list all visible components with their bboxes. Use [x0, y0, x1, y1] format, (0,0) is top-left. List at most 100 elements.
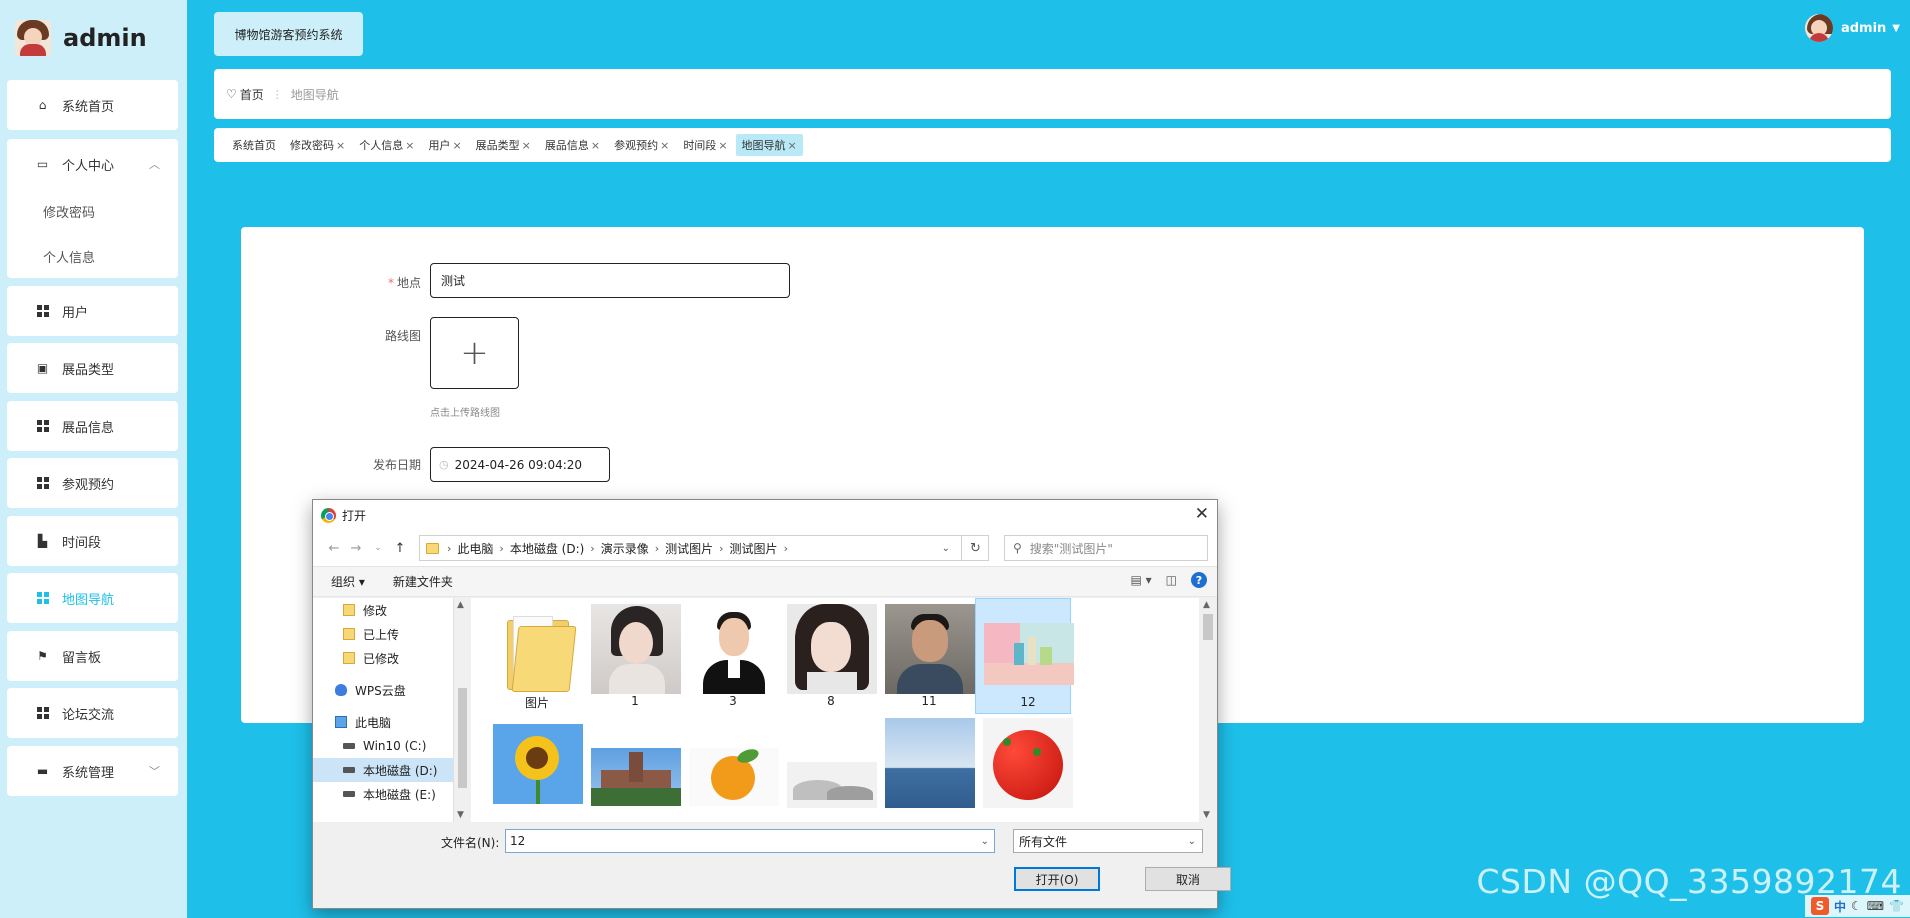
tag-personal-info[interactable]: 个人信息 ×: [353, 134, 420, 156]
sidebar-item-reservations[interactable]: 参观预约: [7, 458, 178, 508]
route-upload-button[interactable]: +: [430, 317, 519, 389]
shirt-icon[interactable]: 👕: [1889, 899, 1904, 913]
address-bar[interactable]: › 此电脑 › 本地磁盘 (D:) › 演示录像 › 测试图片 › 测试图片 ›…: [419, 535, 989, 561]
sidebar-item-message-board[interactable]: ⚑ 留言板: [7, 631, 178, 681]
file-item[interactable]: [877, 718, 975, 822]
file-item[interactable]: [779, 718, 877, 822]
upload-tip: 点击上传路线图: [430, 408, 500, 419]
chrome-icon: [321, 507, 336, 523]
tag-time-slots[interactable]: 时间段 ×: [677, 134, 733, 156]
refresh-icon[interactable]: ↻: [961, 535, 989, 561]
close-icon[interactable]: ×: [405, 139, 414, 152]
recent-dropdown-icon[interactable]: ⌄: [367, 543, 389, 553]
sidebar-item-users[interactable]: 用户: [7, 286, 178, 336]
sidebar-item-profile[interactable]: ▭ 个人中心 ︿: [7, 139, 178, 189]
tag-change-password[interactable]: 修改密码 ×: [284, 134, 351, 156]
close-icon[interactable]: ✕: [1195, 504, 1209, 524]
file-item[interactable]: 11: [877, 598, 975, 714]
file-item[interactable]: [583, 718, 681, 822]
file-name: 3: [729, 694, 737, 708]
tag-map-navigation[interactable]: 地图导航 ×: [735, 134, 803, 156]
close-icon[interactable]: ×: [522, 139, 531, 152]
path-segment[interactable]: 测试图片: [730, 540, 778, 557]
nav-item[interactable]: 本地磁盘 (E:): [313, 782, 453, 806]
open-button[interactable]: 打开(O): [1014, 867, 1100, 891]
chevron-down-icon[interactable]: ⌄: [942, 543, 950, 554]
nav-item[interactable]: 此电脑: [313, 710, 453, 734]
sidebar-item-time-slots[interactable]: ▙ 时间段: [7, 516, 178, 566]
scroll-down-icon[interactable]: ▼: [457, 810, 464, 820]
file-scrollbar[interactable]: ▲ ▼: [1199, 598, 1217, 822]
nav-item[interactable]: 修改: [313, 598, 453, 622]
path-segment[interactable]: 本地磁盘 (D:): [510, 540, 584, 557]
preview-pane-icon[interactable]: ◫: [1166, 573, 1177, 587]
home-icon: ⌂: [38, 98, 47, 112]
close-icon[interactable]: ×: [336, 139, 345, 152]
file-item[interactable]: 8: [779, 598, 877, 714]
forward-arrow-icon[interactable]: →: [345, 541, 367, 556]
nav-scrollbar[interactable]: ▲ ▼: [454, 598, 471, 822]
filename-value: 12: [510, 834, 526, 848]
user-menu[interactable]: admin ▼: [1804, 14, 1900, 42]
filename-input[interactable]: 12 ⌄: [505, 829, 995, 853]
sidebar-item-forum[interactable]: 论坛交流: [7, 688, 178, 738]
place-input[interactable]: 测试: [430, 263, 790, 298]
tag-reservations[interactable]: 参观预约 ×: [608, 134, 675, 156]
nav-item[interactable]: Win10 (C:): [313, 734, 453, 758]
nav-item[interactable]: 本地磁盘 (D:): [313, 758, 453, 782]
sidebar-item-exhibit-info[interactable]: 展品信息: [7, 401, 178, 451]
nav-item[interactable]: 已上传: [313, 622, 453, 646]
file-item[interactable]: [485, 718, 583, 822]
scroll-up-icon[interactable]: ▲: [457, 600, 464, 610]
file-item[interactable]: [681, 718, 779, 822]
breadcrumb-home[interactable]: 首页: [240, 86, 264, 103]
sidebar-item-map-navigation[interactable]: 地图导航: [7, 573, 178, 623]
filetype-select[interactable]: 所有文件 ⌄: [1013, 829, 1203, 853]
sidebar-item-system-management[interactable]: ▬ 系统管理 ﹀: [7, 746, 178, 796]
file-item[interactable]: 图片: [485, 598, 581, 714]
tag-exhibit-info[interactable]: 展品信息 ×: [539, 134, 606, 156]
close-icon[interactable]: ×: [788, 139, 797, 152]
scroll-up-icon[interactable]: ▲: [1203, 600, 1210, 610]
sidebar-item-home[interactable]: ⌂ 系统首页: [7, 80, 178, 130]
ime-toolbar[interactable]: S 中 ☾ ⌨ 👕: [1804, 895, 1910, 917]
path-segment[interactable]: 演示录像: [601, 540, 649, 557]
cancel-button[interactable]: 取消: [1145, 867, 1231, 891]
keyboard-icon[interactable]: ⌨: [1867, 899, 1884, 913]
up-arrow-icon[interactable]: ↑: [389, 541, 411, 556]
orange-image: [689, 748, 779, 806]
file-item[interactable]: [975, 718, 1073, 822]
moon-icon[interactable]: ☾: [1851, 899, 1862, 913]
sidebar-subitem-change-password[interactable]: 修改密码: [7, 189, 178, 234]
back-arrow-icon[interactable]: ←: [323, 541, 345, 556]
close-icon[interactable]: ×: [591, 139, 600, 152]
change-view-icon[interactable]: ▤ ▾: [1130, 573, 1151, 587]
file-item[interactable]: 3: [681, 598, 779, 714]
close-icon[interactable]: ×: [718, 139, 727, 152]
drive-icon: [343, 767, 355, 773]
new-folder-button[interactable]: 新建文件夹: [393, 573, 453, 590]
organize-button[interactable]: 组织 ▾: [331, 573, 365, 590]
tag-users[interactable]: 用户 ×: [422, 134, 467, 156]
file-item[interactable]: 1: [583, 598, 681, 714]
file-name: 图片: [524, 696, 549, 710]
close-icon[interactable]: ×: [660, 139, 669, 152]
chevron-down-icon[interactable]: ⌄: [981, 836, 989, 847]
tag-exhibit-types[interactable]: 展品类型 ×: [470, 134, 537, 156]
tag-home[interactable]: 系统首页: [226, 134, 282, 156]
ime-mode[interactable]: 中: [1834, 898, 1846, 915]
file-item-selected[interactable]: 12: [975, 598, 1074, 714]
nav-item[interactable]: WPS云盘: [313, 678, 453, 702]
path-segment[interactable]: 测试图片: [665, 540, 713, 557]
date-input[interactable]: ◷ 2024-04-26 09:04:20: [430, 447, 610, 482]
path-segment[interactable]: 此电脑: [457, 540, 493, 557]
folder-icon: [343, 652, 355, 664]
scroll-down-icon[interactable]: ▼: [1203, 810, 1210, 820]
nav-item[interactable]: 已修改: [313, 646, 453, 670]
sidebar-item-exhibit-types[interactable]: ▣ 展品类型: [7, 343, 178, 393]
help-icon[interactable]: ?: [1191, 572, 1207, 588]
search-input[interactable]: ⚲ 搜索"测试图片": [1004, 535, 1208, 561]
close-icon[interactable]: ×: [452, 139, 461, 152]
sidebar-subitem-personal-info[interactable]: 个人信息: [7, 234, 178, 279]
brand: admin: [15, 17, 147, 59]
